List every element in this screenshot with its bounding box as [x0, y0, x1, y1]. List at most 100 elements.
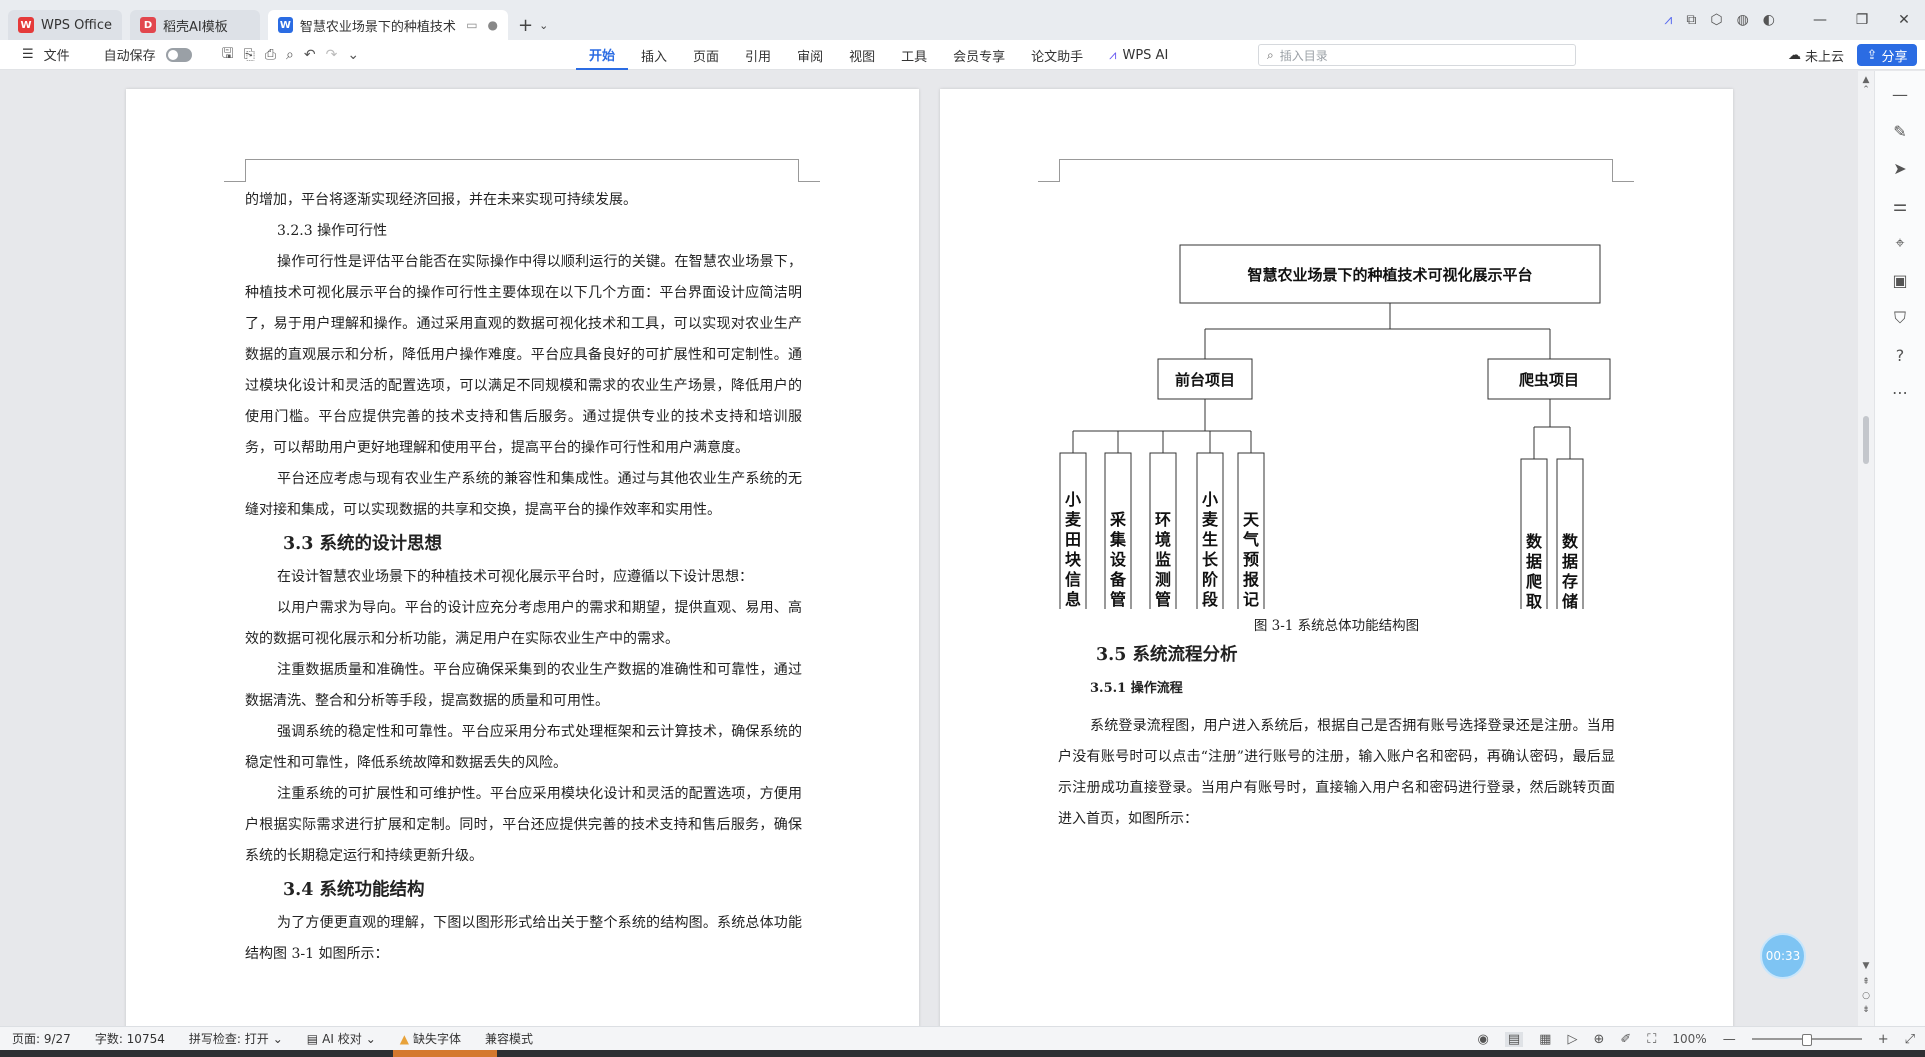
- minimize-icon[interactable]: —: [1799, 12, 1841, 28]
- autosave-toggle[interactable]: [165, 47, 192, 62]
- tab-start[interactable]: 开始: [576, 40, 629, 70]
- scroll-top-icon[interactable]: ⌃: [1858, 85, 1874, 95]
- play-icon[interactable]: ▷: [1567, 1032, 1577, 1047]
- tab-thesis[interactable]: 论文助手: [1018, 40, 1096, 70]
- missing-font[interactable]: ▲ 缺失字体: [388, 1030, 473, 1047]
- collapse-icon[interactable]: —: [1889, 85, 1911, 104]
- wps-icon: W: [18, 17, 34, 33]
- vertical-scrollbar[interactable]: ▲ ⌃ ▼ ⇞ ○ ⇟: [1858, 71, 1874, 1026]
- diagram-leaf-label: 数据爬取: [1525, 532, 1543, 609]
- page-indicator[interactable]: 页面: 9/27: [0, 1030, 83, 1047]
- docer-icon: D: [140, 17, 157, 33]
- page-right[interactable]: 智慧农业场景下的种植技术可视化展示平台 前台项目 爬虫项目 小麦田块信息管理 采集…: [940, 89, 1733, 1026]
- zoom-level[interactable]: 100%: [1672, 1032, 1706, 1046]
- redo-icon[interactable]: ↷: [326, 47, 338, 63]
- paragraph: 的增加，平台将逐渐实现经济回报，并在未来实现可持续发展。: [245, 192, 637, 208]
- file-menu[interactable]: 文件: [44, 45, 70, 64]
- export-icon[interactable]: ⎘: [244, 47, 255, 63]
- chevron-down-icon: ⌄: [272, 1031, 283, 1046]
- edit-pen-icon[interactable]: ✎: [1889, 122, 1911, 141]
- chevron-down-icon: ⌄: [365, 1031, 376, 1046]
- tab-bar: W WPS Office D 稻壳AI模板 W 智慧农业场景下的种植技术可 ▭ …: [0, 0, 1925, 40]
- tab-view[interactable]: 视图: [836, 40, 888, 70]
- skin-icon[interactable]: ◍: [1737, 12, 1749, 28]
- window-layout-icon[interactable]: ⧉: [1686, 12, 1696, 28]
- tab-insert[interactable]: 插入: [628, 40, 680, 70]
- undo-icon[interactable]: ↶: [304, 47, 316, 63]
- spell-check[interactable]: 拼写检查: 打开 ⌄: [177, 1030, 295, 1047]
- menu-icon[interactable]: ☰: [22, 47, 34, 62]
- fit-page-icon[interactable]: ⛶: [1647, 1032, 1656, 1047]
- fit-window-icon[interactable]: ⤢: [1905, 1032, 1915, 1047]
- timer-badge[interactable]: 00:33: [1760, 933, 1806, 979]
- image-tool-icon[interactable]: ▣: [1889, 271, 1911, 290]
- help-icon[interactable]: ?: [1889, 346, 1911, 365]
- more-chevron-icon[interactable]: ⌄: [347, 47, 359, 63]
- restore-icon[interactable]: ❐: [1841, 12, 1883, 28]
- tab-review[interactable]: 审阅: [784, 40, 836, 70]
- word-icon: W: [278, 17, 293, 33]
- page-left[interactable]: 的增加，平台将逐渐实现经济回报，并在未来实现可持续发展。 3.2.3 操作可行性…: [126, 89, 919, 1026]
- warning-icon: ▲: [399, 1031, 409, 1046]
- right-sidebar: — ✎ ➤ ⚌ ⌖ ▣ ⛉ ? ⋯: [1874, 71, 1925, 1026]
- close-dot-icon[interactable]: ●: [488, 18, 498, 32]
- zoom-in-icon[interactable]: +: [1878, 1032, 1889, 1047]
- page-view-icon[interactable]: ▤: [1504, 1031, 1524, 1047]
- diagram-leaf-label: 采集设备管理: [1109, 510, 1127, 609]
- chevron-down-icon[interactable]: ⌄: [539, 19, 548, 32]
- preview-icon[interactable]: ⌕: [286, 47, 294, 63]
- prev-page-icon[interactable]: ⇞: [1858, 977, 1874, 987]
- ai-check[interactable]: ▤ AI 校对 ⌄: [295, 1030, 388, 1047]
- left-page-body: 的增加，平台将逐渐实现经济回报，并在未来实现可持续发展。 3.2.3 操作可行性…: [245, 185, 802, 970]
- tab-tools[interactable]: 工具: [888, 40, 940, 70]
- cloud-status[interactable]: ☁ 未上云: [1788, 40, 1844, 70]
- select-browse-icon[interactable]: ○: [1858, 991, 1874, 1001]
- word-count[interactable]: 字数: 10754: [83, 1030, 177, 1047]
- cloud-icon: ☁: [1788, 47, 1801, 63]
- compat-mode: 兼容模式: [485, 1032, 534, 1046]
- menu-bar: ☰ 文件 自动保存 🖫 ⎘ ⎙ ⌕ ↶ ↷ ⌄ 开始 插入 页面 引用 审阅 视…: [0, 40, 1925, 70]
- avatar[interactable]: ◐: [1763, 12, 1775, 28]
- diagram-leaf-label: 小麦田块信息管理: [1065, 490, 1082, 609]
- zoom-out-icon[interactable]: —: [1723, 1032, 1736, 1047]
- tab-label: 稻壳AI模板: [163, 19, 228, 35]
- pen-icon[interactable]: ✐: [1620, 1032, 1631, 1047]
- more-icon[interactable]: ⋯: [1889, 383, 1911, 402]
- next-page-icon[interactable]: ⇟: [1858, 1005, 1874, 1015]
- scroll-up-icon[interactable]: ▲: [1858, 75, 1874, 85]
- tab-reference[interactable]: 引用: [732, 40, 784, 70]
- select-cursor-icon[interactable]: ➤: [1889, 159, 1911, 178]
- scroll-down-icon[interactable]: ▼: [1858, 961, 1874, 971]
- share-button[interactable]: ⇪ 分享: [1857, 44, 1917, 66]
- tab-wps-office[interactable]: W WPS Office: [8, 10, 123, 40]
- shirt-icon[interactable]: ⛉: [1889, 308, 1911, 328]
- ai-logo-icon[interactable]: ⩘: [1664, 12, 1672, 28]
- monitor-icon[interactable]: ▭: [466, 18, 477, 32]
- scroll-thumb[interactable]: [1863, 416, 1869, 464]
- save-icon[interactable]: 🖫: [222, 43, 234, 67]
- close-icon[interactable]: ✕: [1883, 12, 1925, 28]
- tab-document[interactable]: W 智慧农业场景下的种植技术可 ▭ ●: [268, 10, 509, 40]
- web-view-icon[interactable]: ⊕: [1593, 1032, 1604, 1047]
- paragraph: 操作可行性是评估平台能否在实际操作中得以顺利运行的关键。在智慧农业场景下，种植技…: [245, 254, 802, 456]
- pin-icon[interactable]: ⌖: [1889, 233, 1911, 253]
- paragraph: 以用户需求为导向。平台的设计应充分考虑用户的需求和期望，提供直观、易用、高效的数…: [245, 600, 802, 647]
- function-structure-diagram: 智慧农业场景下的种植技术可视化展示平台 前台项目 爬虫项目 小麦田块信息管理 采集…: [1059, 244, 1611, 609]
- search-input[interactable]: ⌕ 插入目录: [1258, 44, 1576, 66]
- eye-icon[interactable]: ◉: [1478, 1032, 1489, 1047]
- page-header-line: [224, 159, 820, 182]
- document-area[interactable]: 的增加，平台将逐渐实现经济回报，并在未来实现可持续发展。 3.2.3 操作可行性…: [0, 71, 1858, 1026]
- print-icon[interactable]: ⎙: [265, 47, 276, 63]
- adjust-sliders-icon[interactable]: ⚌: [1889, 196, 1911, 215]
- tab-page[interactable]: 页面: [680, 40, 732, 70]
- cube-icon[interactable]: ⬡: [1710, 12, 1722, 28]
- tab-wps-ai[interactable]: ⩘ WPS AI: [1096, 40, 1181, 70]
- tab-member[interactable]: 会员专享: [940, 40, 1018, 70]
- diagram-leaf-label: 天气预报记录: [1242, 510, 1260, 609]
- zoom-slider[interactable]: [1751, 1034, 1862, 1046]
- outline-view-icon[interactable]: ▦: [1539, 1032, 1551, 1047]
- new-tab-button[interactable]: + ⌄: [518, 10, 548, 40]
- subheading-3-2-3: 3.2.3 操作可行性: [277, 223, 388, 239]
- share-icon: ⇪: [1866, 47, 1878, 63]
- tab-docer-templates[interactable]: D 稻壳AI模板: [130, 10, 261, 40]
